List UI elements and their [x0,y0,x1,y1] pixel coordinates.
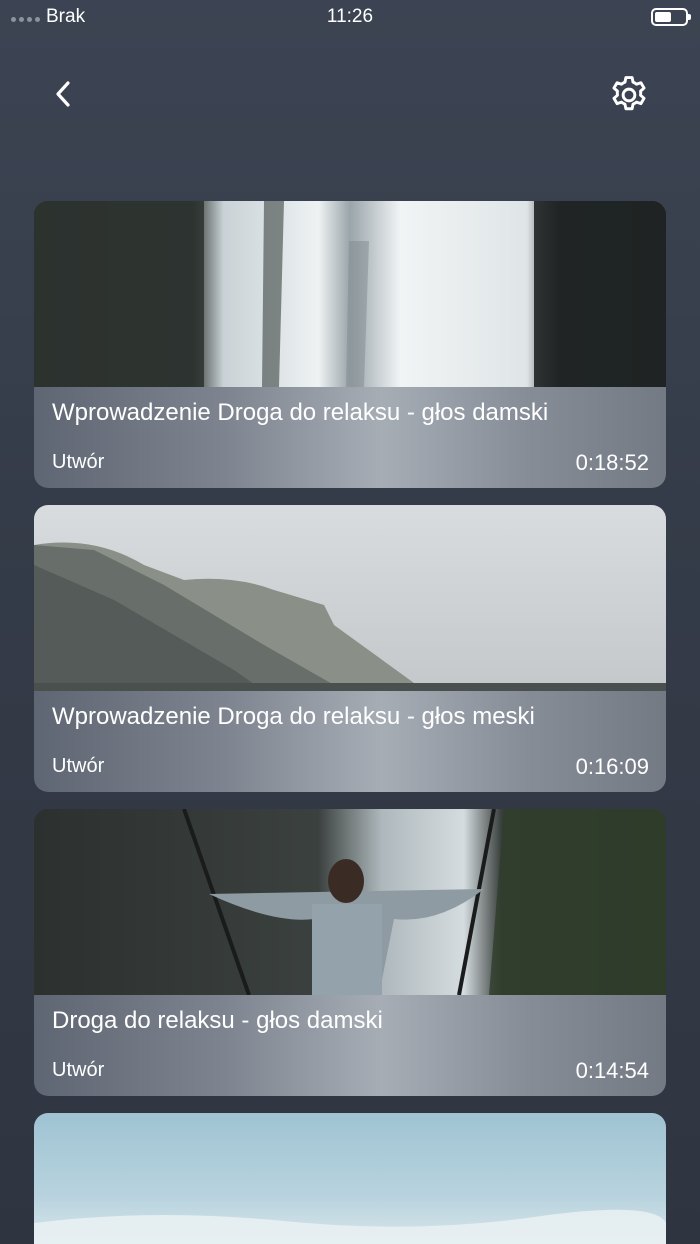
track-duration: 0:14:54 [575,1058,649,1083]
misty-mountain-photo [34,505,666,691]
track-type: Utwór [52,755,105,777]
sky-landscape-photo [34,1113,666,1244]
gear-icon [612,76,646,111]
track-card[interactable]: Wprowadzenie Droga do relaksu - głos dam… [34,201,666,488]
chevron-left-icon [56,81,70,107]
track-list: Wprowadzenie Droga do relaksu - głos dam… [34,201,666,1244]
track-card[interactable]: Wprowadzenie Droga do relaksu - głos mes… [34,505,666,792]
track-duration: 0:18:52 [575,450,649,475]
track-title: Droga do relaksu - głos damski [52,1007,383,1034]
track-info: Wprowadzenie Droga do relaksu - głos mes… [34,691,666,792]
woman-on-swing-photo [34,809,666,995]
settings-button[interactable] [604,70,654,120]
track-card[interactable]: Droga do relaksu - głos damski Utwór 0:1… [34,809,666,1096]
track-card[interactable] [34,1113,666,1244]
waterfall-photo [34,201,666,387]
track-title: Wprowadzenie Droga do relaksu - głos dam… [52,399,549,426]
track-info: Wprowadzenie Droga do relaksu - głos dam… [34,387,666,488]
status-bar: Brak 11:26 [0,0,700,34]
back-button[interactable] [42,72,86,116]
track-type: Utwór [52,451,105,473]
track-title: Wprowadzenie Droga do relaksu - głos mes… [52,703,535,730]
track-info: Droga do relaksu - głos damski Utwór 0:1… [34,995,666,1096]
clock: 11:26 [326,6,374,27]
battery-icon [651,8,691,26]
track-type: Utwór [52,1059,105,1081]
track-duration: 0:16:09 [575,754,649,779]
